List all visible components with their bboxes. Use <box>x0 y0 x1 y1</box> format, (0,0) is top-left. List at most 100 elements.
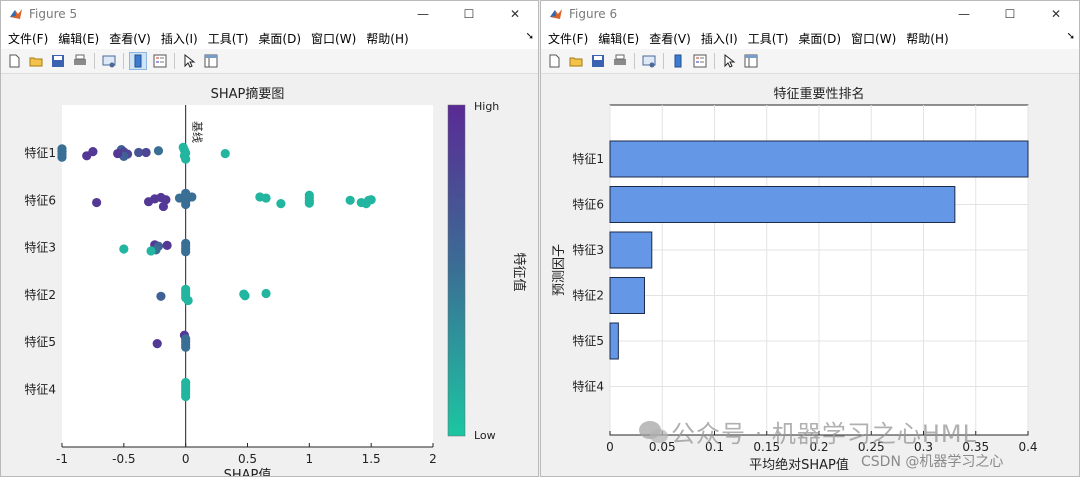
property-editor-icon[interactable] <box>742 52 760 70</box>
window-title: Figure 5 <box>29 7 78 21</box>
baseline-label: 基线 <box>191 121 205 143</box>
print-icon[interactable] <box>71 52 89 70</box>
data-point <box>220 148 230 159</box>
menu-edit[interactable]: 编辑(E) <box>53 30 104 47</box>
close-button[interactable]: ✕ <box>492 1 538 27</box>
pointer-icon[interactable] <box>180 52 198 70</box>
data-point <box>240 291 250 301</box>
bar <box>609 277 645 314</box>
menu-help[interactable]: 帮助(H) <box>361 30 413 47</box>
data-point <box>261 193 271 203</box>
link-plot-icon[interactable] <box>100 52 118 70</box>
title-bar[interactable]: Figure 6 — ☐ ✕ <box>541 1 1079 27</box>
colorbar-low-label: Low <box>474 429 496 442</box>
x-axis-label: 平均绝对SHAP值 <box>749 457 849 473</box>
menu-desktop[interactable]: 桌面(D) <box>793 30 846 47</box>
data-point <box>181 154 191 164</box>
colorbar-high-label: High <box>474 100 499 113</box>
y-tick-label: 特征6 <box>572 197 604 212</box>
menu-window[interactable]: 窗口(W) <box>306 30 361 47</box>
figure-canvas: 基线 -1 -0.5 0 0.5 1 1.5 2 特征1 特征6 特征3 特征2 特征5 特征4 SHAP摘… <box>1 74 538 477</box>
data-point <box>304 198 314 208</box>
x-tick-label: 0.4 <box>1018 440 1037 454</box>
menu-edit[interactable]: 编辑(E) <box>593 30 644 47</box>
menu-bar: 文件(F) 编辑(E) 查看(V) 插入(I) 工具(T) 桌面(D) 窗口(W… <box>541 27 1079 49</box>
y-tick-label: 特征1 <box>572 151 604 166</box>
matlab-icon <box>9 7 23 21</box>
y-tick-label: 特征2 <box>572 288 604 303</box>
y-tick-label: 特征5 <box>572 333 604 348</box>
menu-tools[interactable]: 工具(T) <box>743 30 794 47</box>
title-bar[interactable]: Figure 5 — ☐ ✕ <box>1 1 538 27</box>
minimize-button[interactable]: — <box>941 1 987 27</box>
y-tick-label: 特征5 <box>24 334 56 349</box>
watermark: 公众号 · 机器学习之心HML <box>637 414 977 449</box>
data-point <box>181 199 191 210</box>
y-tick-label: 特征3 <box>24 240 56 255</box>
menu-view[interactable]: 查看(V) <box>104 30 156 47</box>
data-point <box>156 291 166 301</box>
data-point <box>119 244 129 254</box>
dock-arrow-icon[interactable]: ➘ <box>526 31 534 42</box>
figure-canvas: 0 0.05 0.1 0.15 0.2 0.25 0.3 0.35 0.4 特征1 特征6 特征3 特征… <box>541 74 1079 476</box>
legend-icon[interactable] <box>151 52 169 70</box>
toolbar-separator <box>94 53 95 69</box>
toolbar-separator <box>714 53 715 69</box>
matlab-icon <box>549 7 563 21</box>
x-axis-label: SHAP值 <box>224 467 272 477</box>
data-point <box>261 288 271 299</box>
watermark-text: 公众号 · 机器学习之心HML <box>671 420 978 448</box>
toolbar-separator <box>174 53 175 69</box>
x-tick-label: 0 <box>182 452 190 466</box>
open-folder-icon[interactable] <box>27 52 45 70</box>
x-tick-label: 1.5 <box>362 452 381 466</box>
menu-view[interactable]: 查看(V) <box>644 30 696 47</box>
save-icon[interactable] <box>589 52 607 70</box>
close-button[interactable]: ✕ <box>1033 1 1079 27</box>
colorbar <box>447 104 466 437</box>
x-tick-label: -1 <box>56 452 68 466</box>
data-point <box>57 152 67 162</box>
chart-title: 特征重要性排名 <box>773 86 864 102</box>
legend-icon[interactable] <box>691 52 709 70</box>
save-icon[interactable] <box>49 52 67 70</box>
menu-insert[interactable]: 插入(I) <box>696 30 743 47</box>
y-tick-label: 特征4 <box>24 382 56 397</box>
menu-file[interactable]: 文件(F) <box>3 30 53 47</box>
data-point <box>345 195 355 205</box>
minimize-button[interactable]: — <box>400 1 446 27</box>
data-point <box>366 195 376 205</box>
data-point <box>153 146 164 156</box>
bar <box>609 186 956 223</box>
menu-file[interactable]: 文件(F) <box>543 30 593 47</box>
link-plot-icon[interactable] <box>640 52 658 70</box>
figure-6-window: Figure 6 — ☐ ✕ 文件(F) 编辑(E) 查看(V) 插入(I) 工… <box>540 0 1080 477</box>
property-editor-icon[interactable] <box>202 52 220 70</box>
y-tick-label: 特征3 <box>572 242 604 257</box>
menu-help[interactable]: 帮助(H) <box>901 30 953 47</box>
new-file-icon[interactable] <box>5 52 23 70</box>
data-point <box>158 201 169 212</box>
open-folder-icon[interactable] <box>567 52 585 70</box>
y-tick-label: 特征2 <box>24 287 56 302</box>
colorbar-icon[interactable] <box>669 52 687 70</box>
new-file-icon[interactable] <box>545 52 563 70</box>
menu-insert[interactable]: 插入(I) <box>156 30 203 47</box>
bar <box>609 140 1029 178</box>
window-title: Figure 6 <box>569 7 618 21</box>
dock-arrow-icon[interactable]: ➘ <box>1067 31 1075 42</box>
menu-tools[interactable]: 工具(T) <box>203 30 254 47</box>
data-point <box>113 148 123 159</box>
pointer-icon[interactable] <box>720 52 738 70</box>
print-icon[interactable] <box>611 52 629 70</box>
watermark-sub: CSDN @机器学习之心 <box>861 454 1004 470</box>
y-tick-label: 特征1 <box>24 145 56 160</box>
menu-window[interactable]: 窗口(W) <box>846 30 901 47</box>
toolbar <box>1 49 538 74</box>
menu-desktop[interactable]: 桌面(D) <box>253 30 306 47</box>
maximize-button[interactable]: ☐ <box>987 1 1033 27</box>
maximize-button[interactable]: ☐ <box>446 1 492 27</box>
colorbar-icon[interactable] <box>129 52 147 70</box>
toolbar-separator <box>663 53 664 69</box>
toolbar-separator <box>634 53 635 69</box>
